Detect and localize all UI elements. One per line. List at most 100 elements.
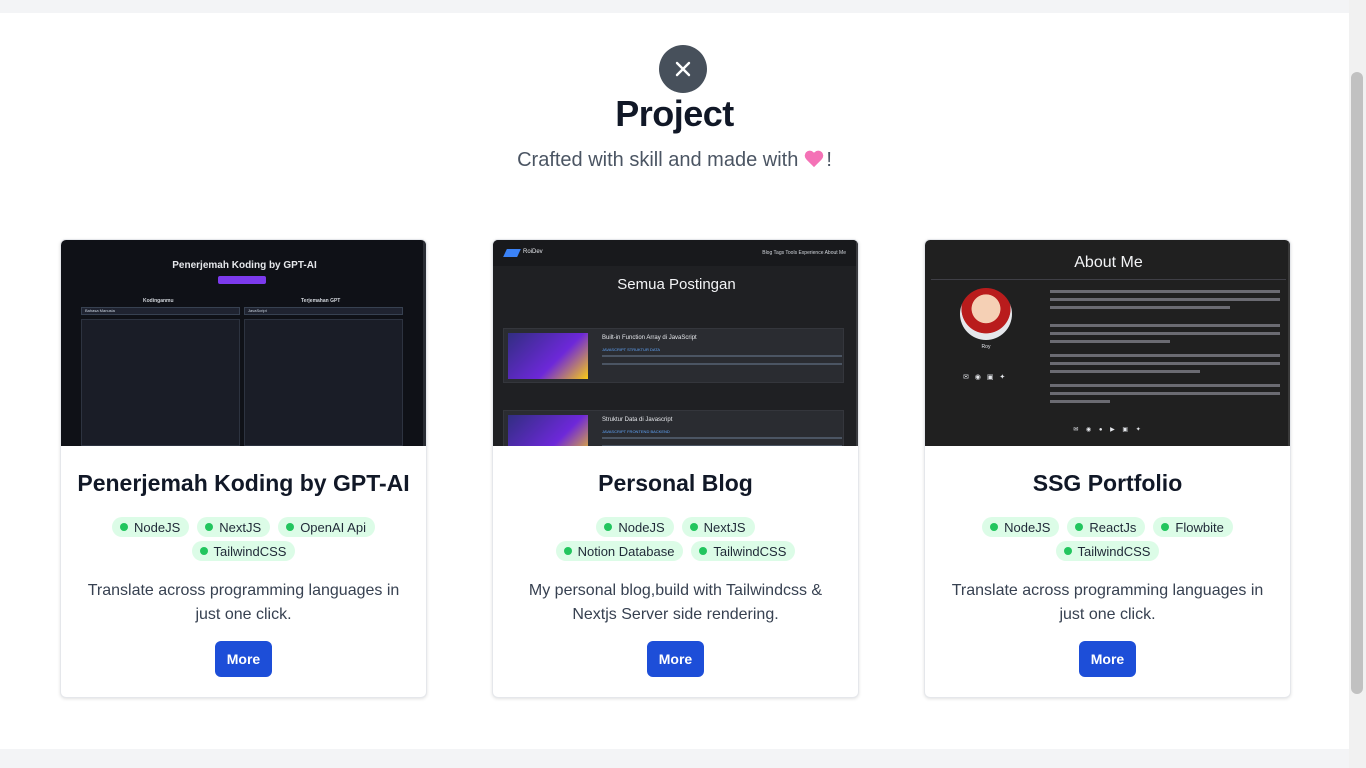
preview-heading: Penerjemah Koding by GPT-AI xyxy=(172,260,317,271)
page-subtitle: Crafted with skill and made with! xyxy=(0,149,1349,172)
tech-tags: NodeJS ReactJs Flowbite TailwindCSS xyxy=(965,517,1250,561)
tag-label: Flowbite xyxy=(1175,519,1224,535)
tag-dot-icon xyxy=(604,523,613,531)
preview-post-text xyxy=(602,437,842,446)
preview-heading: About Me xyxy=(1074,254,1143,271)
tag-label: NextJS xyxy=(703,519,746,535)
tag-label: TailwindCSS xyxy=(1077,543,1151,559)
tag-label: TailwindCSS xyxy=(213,543,287,559)
heart-icon xyxy=(804,150,824,168)
subtitle-end: ! xyxy=(826,149,832,171)
tag-badge: ReactJs xyxy=(1067,517,1146,537)
tag-label: Notion Database xyxy=(577,543,675,559)
tag-dot-icon xyxy=(990,523,999,531)
project-card-ssg-portfolio: About Me Roy ✉ ◉ ▣ ✦ ✉ ◉ ● ▶ ▣ ✦ SSG Por… xyxy=(924,239,1291,698)
preview-translate-button xyxy=(218,276,266,284)
close-button[interactable] xyxy=(659,45,707,93)
more-button[interactable]: More xyxy=(215,641,272,677)
preview-text-line xyxy=(1050,290,1280,293)
tag-dot-icon xyxy=(205,523,214,531)
preview-name: Roy xyxy=(981,344,991,350)
preview-right-select: JavaScript xyxy=(244,307,403,315)
preview-social-icons: ✉ ◉ ▣ ✦ xyxy=(963,374,1008,381)
tag-dot-icon xyxy=(699,547,708,555)
tag-dot-icon xyxy=(120,523,129,531)
preview-text-line xyxy=(1050,392,1280,395)
preview-text-line xyxy=(1050,306,1230,309)
preview-post-image xyxy=(508,333,588,379)
project-preview-image[interactable]: RoiDev Blog Tags Tools Experience About … xyxy=(493,240,858,446)
preview-left-select: Bahasa Manusia xyxy=(81,307,240,315)
tag-badge: NextJS xyxy=(197,517,271,537)
preview-text-line xyxy=(1050,362,1280,365)
preview-post-image xyxy=(508,415,588,446)
preview-right-label: Terjemahan GPT xyxy=(301,298,341,304)
avatar xyxy=(960,288,1012,340)
subtitle-text: Crafted with skill and made with xyxy=(517,149,799,171)
project-card-personal-blog: RoiDev Blog Tags Tools Experience About … xyxy=(492,239,859,698)
tag-dot-icon xyxy=(1063,547,1072,555)
preview-left-label: Kodinganmu xyxy=(143,298,174,304)
tag-dot-icon xyxy=(689,523,698,531)
tag-label: OpenAI Api xyxy=(300,519,366,535)
tag-badge: OpenAI Api xyxy=(278,517,375,537)
project-title: SSG Portfolio xyxy=(1032,470,1183,496)
preview-post: Struktur Data di Javascript JAVASCRIPT F… xyxy=(503,410,844,446)
more-button[interactable]: More xyxy=(1079,641,1136,677)
project-title: Penerjemah Koding by GPT-AI xyxy=(77,470,410,496)
tag-badge: NodeJS xyxy=(982,517,1060,537)
preview-footer-icons: ✉ ◉ ● ▶ ▣ ✦ xyxy=(1073,427,1144,433)
preview-text-line xyxy=(1050,384,1280,387)
preview-text-line xyxy=(1050,340,1170,343)
preview-post-title: Built-in Function Array di JavaScript xyxy=(602,335,697,341)
preview-right-editor xyxy=(244,319,403,446)
tag-dot-icon xyxy=(1075,523,1084,531)
preview-scrollbar xyxy=(856,240,858,446)
scrollbar-thumb[interactable] xyxy=(1351,72,1363,694)
preview-heading: Semua Postingan xyxy=(617,276,736,293)
page-title: Project xyxy=(615,93,734,134)
preview-text-line xyxy=(1050,332,1280,335)
preview-post-title: Struktur Data di Javascript xyxy=(602,417,673,423)
tag-badge: Notion Database xyxy=(555,541,684,561)
tag-dot-icon xyxy=(563,547,572,555)
preview-post: Built-in Function Array di JavaScript JA… xyxy=(503,328,844,383)
tech-tags: NodeJS NextJS Notion Database TailwindCS… xyxy=(533,517,818,561)
preview-text-line xyxy=(1050,298,1280,301)
preview-nav-links: Blog Tags Tools Experience About Me xyxy=(762,250,846,256)
tag-label: NodeJS xyxy=(134,519,181,535)
project-description: My personal blog,build with Tailwindcss … xyxy=(528,582,823,623)
tag-label: ReactJs xyxy=(1089,519,1137,535)
preview-text-line xyxy=(1050,400,1110,403)
tag-badge: NodeJS xyxy=(112,517,190,537)
preview-post-tags: JAVASCRIPT FRONTEND BACKEND xyxy=(602,429,670,434)
preview-text-line xyxy=(1050,354,1280,357)
tag-label: NodeJS xyxy=(618,519,665,535)
page-scrollbar[interactable] xyxy=(1349,0,1366,768)
tag-dot-icon xyxy=(199,547,208,555)
project-description: Translate across programming languages i… xyxy=(87,582,400,623)
preview-text-line xyxy=(1050,370,1200,373)
tag-badge: TailwindCSS xyxy=(1055,541,1160,561)
project-card-gpt-translator: Penerjemah Koding by GPT-AI Kodinganmu T… xyxy=(60,239,427,698)
close-icon xyxy=(675,61,691,77)
tag-badge: TailwindCSS xyxy=(191,541,296,561)
tag-dot-icon xyxy=(286,523,295,531)
project-preview-image[interactable]: Penerjemah Koding by GPT-AI Kodinganmu T… xyxy=(61,240,426,446)
tag-label: NextJS xyxy=(219,519,262,535)
project-preview-image[interactable]: About Me Roy ✉ ◉ ▣ ✦ ✉ ◉ ● ▶ ▣ ✦ xyxy=(925,240,1290,446)
preview-post-tags: JAVASCRIPT STRUKTUR DATA xyxy=(602,347,661,352)
tag-badge: NodeJS xyxy=(596,517,674,537)
preview-left-editor xyxy=(81,319,240,446)
preview-divider xyxy=(931,279,1286,280)
preview-brand: RoiDev xyxy=(523,249,543,255)
tag-label: TailwindCSS xyxy=(713,543,787,559)
tag-badge: NextJS xyxy=(681,517,755,537)
more-button[interactable]: More xyxy=(647,641,704,677)
project-title: Personal Blog xyxy=(598,470,753,496)
preview-text-line xyxy=(1050,324,1280,327)
tag-badge: TailwindCSS xyxy=(691,541,796,561)
tag-label: NodeJS xyxy=(1004,519,1051,535)
preview-scrollbar xyxy=(1288,240,1290,446)
preview-scrollbar xyxy=(423,240,426,446)
